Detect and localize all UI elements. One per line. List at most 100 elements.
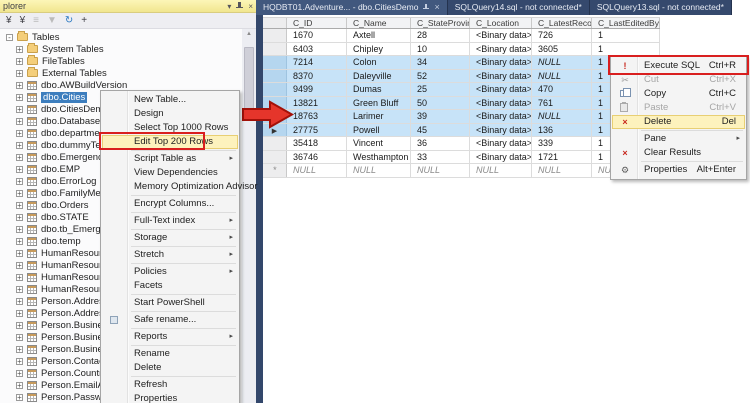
tree-item[interactable]: +FileTables [0, 55, 242, 67]
grid-cell[interactable]: 761 [532, 97, 592, 110]
grid-cell[interactable]: 18763 [287, 110, 347, 123]
expand-icon[interactable]: + [16, 190, 23, 197]
tab-sqlquery13[interactable]: SQLQuery13.sql - not connected* [590, 0, 732, 15]
grid-cell[interactable]: <Binary data> [470, 56, 532, 69]
grid-cell[interactable]: 33 [411, 151, 470, 164]
expand-icon[interactable]: + [16, 118, 23, 125]
grid-cell[interactable]: 35418 [287, 137, 347, 150]
expand-icon[interactable]: + [16, 238, 23, 245]
scroll-up-icon[interactable]: ▲ [242, 31, 256, 37]
expand-icon[interactable]: + [16, 346, 23, 353]
expand-icon[interactable]: + [16, 214, 23, 221]
tree-scrollbar[interactable]: ▲ [242, 29, 256, 403]
grid-cell[interactable]: 1721 [532, 151, 592, 164]
grid-cell[interactable]: 27775 [287, 124, 347, 137]
row-header-cell[interactable] [263, 70, 287, 83]
menu-item-safe-rename[interactable]: Safe rename... [102, 313, 238, 327]
grid-cell[interactable]: NULL [532, 56, 592, 69]
column-header[interactable]: C_Name [347, 18, 411, 28]
grid-cell[interactable]: NULL [347, 164, 411, 177]
expand-icon[interactable]: + [16, 334, 23, 341]
menu-item-reports[interactable]: Reports▸ [102, 330, 238, 344]
grid-cell[interactable]: 470 [532, 83, 592, 96]
expand-icon[interactable]: + [16, 274, 23, 281]
tab-sqlquery14[interactable]: SQLQuery14.sql - not connected* [448, 0, 590, 15]
grid-cell[interactable]: 36746 [287, 151, 347, 164]
menu-item-facets[interactable]: Facets [102, 279, 238, 293]
window-menu-icon[interactable]: ▾ [227, 0, 231, 13]
expand-icon[interactable]: + [16, 82, 23, 89]
grid-cell[interactable]: 13821 [287, 97, 347, 110]
grid-cell[interactable]: Colon [347, 56, 411, 69]
expand-icon[interactable]: + [16, 154, 23, 161]
grid-cell[interactable]: 25 [411, 83, 470, 96]
row-header-cell[interactable] [263, 151, 287, 164]
grid-cell[interactable]: 28 [411, 29, 470, 42]
grid-cell[interactable]: 10 [411, 43, 470, 56]
grid-cell[interactable]: Vincent [347, 137, 411, 150]
tab-close-icon[interactable]: × [434, 0, 439, 15]
expand-icon[interactable]: + [16, 58, 23, 65]
grid-cell[interactable]: <Binary data> [470, 110, 532, 123]
row-header-cell[interactable] [263, 56, 287, 69]
grid-cell[interactable]: 36 [411, 137, 470, 150]
tab-pin-icon[interactable] [423, 4, 429, 12]
grid-cell[interactable]: 136 [532, 124, 592, 137]
expand-icon[interactable]: + [16, 226, 23, 233]
grid-cell[interactable]: Dumas [347, 83, 411, 96]
grid-cell[interactable]: 1670 [287, 29, 347, 42]
menu-item-edit-top-200-rows[interactable]: Edit Top 200 Rows [102, 135, 238, 149]
grid-cell[interactable]: Daleyville [347, 70, 411, 83]
grid-cell[interactable]: 45 [411, 124, 470, 137]
grid-cell[interactable]: <Binary data> [470, 43, 532, 56]
expand-icon[interactable]: + [16, 202, 23, 209]
expand-icon[interactable]: + [16, 142, 23, 149]
grid-cell[interactable]: <Binary data> [470, 137, 532, 150]
grid-cell[interactable]: Chipley [347, 43, 411, 56]
menu-item-properties[interactable]: Properties [102, 392, 238, 403]
menu-item-delete[interactable]: ×DeleteDel [612, 115, 745, 129]
menu-item-full-text-index[interactable]: Full-Text index▸ [102, 214, 238, 228]
stop-icon[interactable]: ≡ [33, 14, 39, 28]
menu-item-select-top-1000-rows[interactable]: Select Top 1000 Rows [102, 121, 238, 135]
expand-icon[interactable]: + [16, 250, 23, 257]
grid-cell[interactable]: Green Bluff [347, 97, 411, 110]
menu-item-policies[interactable]: Policies▸ [102, 265, 238, 279]
menu-item-start-powershell[interactable]: Start PowerShell [102, 296, 238, 310]
tree-item[interactable]: -Tables [0, 31, 242, 43]
expand-icon[interactable]: + [16, 130, 23, 137]
menu-item-copy[interactable]: CopyCtrl+C [612, 87, 745, 101]
expand-icon[interactable]: + [16, 382, 23, 389]
grid-cell[interactable]: 9499 [287, 83, 347, 96]
grid-cell[interactable]: 8370 [287, 70, 347, 83]
grid-cell[interactable]: 7214 [287, 56, 347, 69]
pin-icon[interactable] [236, 2, 243, 11]
grid-cell[interactable]: 6403 [287, 43, 347, 56]
expand-icon[interactable]: + [16, 310, 23, 317]
grid-cell[interactable]: Westhampton ... [347, 151, 411, 164]
grid-cell[interactable]: NULL [532, 110, 592, 123]
grid-cell[interactable]: <Binary data> [470, 124, 532, 137]
grid-cell[interactable]: 34 [411, 56, 470, 69]
menu-item-pane[interactable]: Pane▸ [612, 132, 745, 146]
grid-cell[interactable]: <Binary data> [470, 151, 532, 164]
select-all-cell[interactable] [263, 18, 287, 28]
row-header-cell[interactable] [263, 137, 287, 150]
menu-item-script-table-as[interactable]: Script Table as▸ [102, 152, 238, 166]
expand-icon[interactable]: + [16, 298, 23, 305]
close-icon[interactable]: × [248, 0, 253, 13]
expand-icon[interactable]: + [16, 94, 23, 101]
menu-item-rename[interactable]: Rename [102, 347, 238, 361]
menu-item-properties[interactable]: ⚙PropertiesAlt+Enter [612, 163, 745, 177]
expand-icon[interactable]: + [16, 106, 23, 113]
grid-cell[interactable]: 39 [411, 110, 470, 123]
row-header-cell[interactable]: * [263, 164, 287, 177]
grid-cell[interactable]: 339 [532, 137, 592, 150]
grid-cell[interactable]: NULL [532, 164, 592, 177]
menu-item-memory-optimization-advisor[interactable]: Memory Optimization Advisor [102, 180, 238, 194]
grid-cell[interactable]: NULL [287, 164, 347, 177]
grid-cell[interactable]: Larimer [347, 110, 411, 123]
menu-item-delete[interactable]: Delete [102, 361, 238, 375]
grid-cell[interactable]: 726 [532, 29, 592, 42]
menu-item-view-dependencies[interactable]: View Dependencies [102, 166, 238, 180]
